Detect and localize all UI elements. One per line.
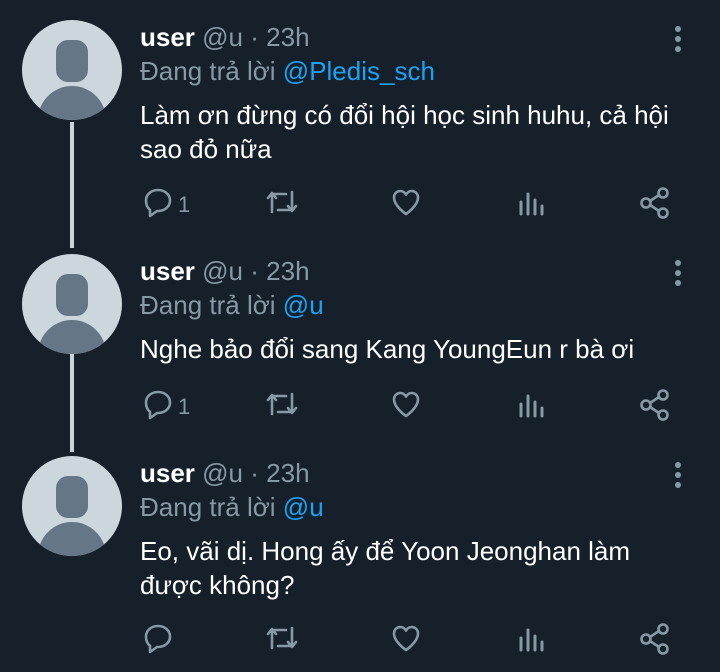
share-icon [640, 389, 669, 421]
reply-icon [144, 624, 172, 654]
reply-icon [144, 390, 172, 420]
tweet[interactable]: user @u · 23h Đang trả lời @u Nghe bảo đ… [0, 234, 720, 452]
like-icon [392, 189, 420, 216]
avatar-body-shape [38, 320, 106, 354]
tweet-actions: 1 [0, 186, 720, 222]
analytics-button[interactable] [517, 186, 547, 222]
username[interactable]: user [140, 22, 195, 52]
share-icon [640, 187, 669, 219]
mention-link[interactable]: @Pledis_sch [283, 56, 435, 86]
avatar-head-shape [56, 476, 88, 518]
reply-button[interactable] [142, 622, 202, 658]
timestamp[interactable]: 23h [266, 458, 309, 488]
analytics-button[interactable] [517, 388, 547, 424]
tweet-actions [0, 622, 720, 658]
analytics-icon [519, 394, 544, 418]
retweet-icon [266, 392, 298, 416]
more-icon[interactable] [672, 260, 684, 286]
more-icon[interactable] [672, 462, 684, 488]
retweet-button[interactable] [264, 388, 300, 424]
retweet-icon [266, 190, 298, 214]
timestamp[interactable]: 23h [266, 256, 309, 286]
tweet-header: user @u · 23h [140, 22, 310, 53]
replying-prefix: Đang trả lời [140, 290, 276, 320]
tweet-actions: 1 [0, 388, 720, 424]
avatar-head-shape [56, 40, 88, 82]
retweet-button[interactable] [264, 622, 300, 658]
separator: · [250, 458, 259, 488]
reply-count: 1 [178, 192, 191, 217]
retweet-button[interactable] [264, 186, 300, 222]
mention-link[interactable]: @u [283, 290, 324, 320]
retweet-icon [266, 626, 298, 650]
handle[interactable]: @u [202, 256, 243, 286]
tweet[interactable]: user @u · 23h Đang trả lời @u Eo, vãi dị… [0, 436, 720, 672]
like-button[interactable] [390, 622, 422, 658]
share-button[interactable] [638, 622, 672, 658]
analytics-icon [519, 628, 544, 652]
avatar[interactable] [22, 254, 122, 354]
tweet-header: user @u · 23h [140, 256, 310, 287]
mention-link[interactable]: @u [283, 492, 324, 522]
reply-button[interactable]: 1 [142, 388, 202, 424]
avatar-body-shape [38, 522, 106, 556]
replying-prefix: Đang trả lời [140, 492, 276, 522]
reply-count: 1 [178, 394, 191, 419]
analytics-button[interactable] [517, 622, 547, 658]
separator: · [250, 22, 259, 52]
tweet-header: user @u · 23h [140, 458, 310, 489]
handle[interactable]: @u [202, 458, 243, 488]
reply-icon [144, 188, 172, 218]
replying-prefix: Đang trả lời [140, 56, 276, 86]
username[interactable]: user [140, 458, 195, 488]
replying-to: Đang trả lời @Pledis_sch [140, 56, 435, 87]
replying-to: Đang trả lời @u [140, 290, 324, 321]
avatar[interactable] [22, 20, 122, 120]
reply-button[interactable]: 1 [142, 186, 202, 222]
username[interactable]: user [140, 256, 195, 286]
avatar-body-shape [38, 86, 106, 120]
like-icon [392, 625, 420, 652]
handle[interactable]: @u [202, 22, 243, 52]
like-icon [392, 391, 420, 418]
analytics-icon [519, 192, 544, 216]
share-button[interactable] [638, 186, 672, 222]
timestamp[interactable]: 23h [266, 22, 309, 52]
avatar[interactable] [22, 456, 122, 556]
replying-to: Đang trả lời @u [140, 492, 324, 523]
like-button[interactable] [390, 186, 422, 222]
separator: · [250, 256, 259, 286]
tweet[interactable]: user @u · 23h Đang trả lời @Pledis_sch L… [0, 0, 720, 248]
tweet-text: Eo, vãi dị. Hong ấy để Yoon Jeonghan làm… [140, 536, 631, 600]
tweet-text: Làm ơn đừng có đổi hội học sinh huhu, cả… [140, 100, 669, 164]
like-button[interactable] [390, 388, 422, 424]
more-icon[interactable] [672, 26, 684, 52]
share-icon [640, 623, 669, 655]
avatar-head-shape [56, 274, 88, 316]
tweet-text: Nghe bảo đổi sang Kang YoungEun r bà ơi [140, 334, 635, 364]
share-button[interactable] [638, 388, 672, 424]
